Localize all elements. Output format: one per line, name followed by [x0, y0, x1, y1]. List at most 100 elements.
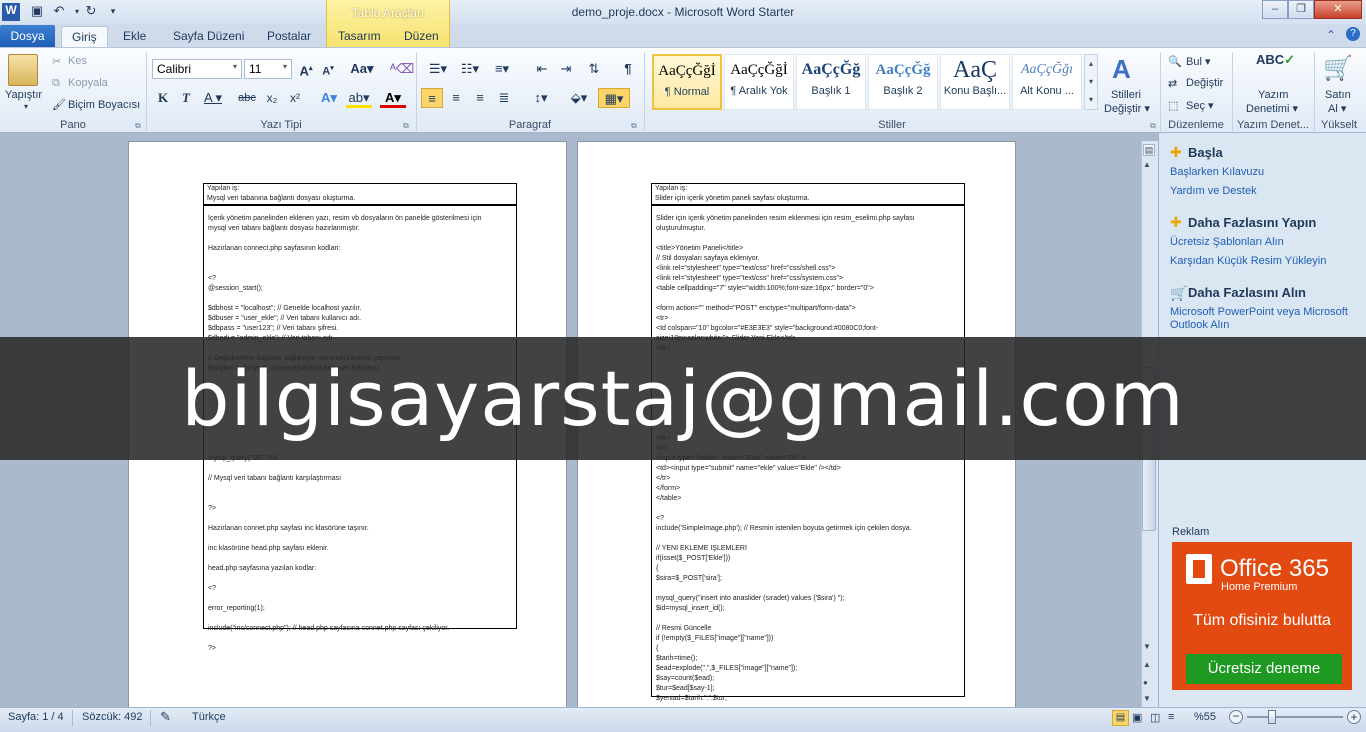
clipboard-launcher-icon[interactable]: ⧉ [135, 121, 141, 131]
shading-icon[interactable]: ⬙▾ [566, 88, 592, 108]
style-heading-1[interactable]: AaÇçĞğ Başlık 1 [796, 54, 866, 110]
language-indicator[interactable]: Türkçe [192, 711, 226, 723]
align-center-icon[interactable]: ≡ [446, 88, 466, 108]
previous-page-icon[interactable]: ▲ [1143, 660, 1151, 669]
close-button[interactable]: ✕ [1314, 0, 1362, 19]
scroll-down-icon[interactable]: ▼ [1143, 642, 1151, 651]
paragraph-launcher-icon[interactable]: ⧉ [631, 121, 637, 131]
ruler-toggle-icon[interactable]: ▤ [1143, 144, 1155, 156]
strikethrough-icon[interactable]: abc [236, 88, 258, 108]
copy-icon[interactable]: ⧉ [52, 77, 60, 90]
getting-started-link[interactable]: Başlarken Kılavuzu [1170, 166, 1264, 179]
multilevel-list-icon[interactable]: ≡▾ [488, 59, 516, 79]
cut-icon[interactable]: ✂ [52, 55, 61, 68]
style-no-spacing[interactable]: AaÇçĞğİ ¶ Aralık Yok [724, 54, 794, 110]
font-color-icon[interactable]: A▾ [380, 88, 406, 108]
show-formatting-marks-icon[interactable]: ¶ [618, 59, 638, 79]
help-support-link[interactable]: Yardım ve Destek [1170, 185, 1257, 198]
align-left-icon[interactable]: ≡ [421, 88, 443, 108]
find-icon[interactable]: 🔍 [1168, 55, 1182, 68]
zoom-out-icon[interactable]: − [1229, 710, 1243, 724]
tab-mailings[interactable]: Postalar [257, 26, 321, 48]
shrink-font-icon[interactable]: A▾ [318, 59, 338, 79]
tab-file[interactable]: Dosya [0, 25, 55, 47]
clipart-download-link[interactable]: Karşıdan Küçük Resim Yükleyin [1170, 255, 1326, 268]
styles-gallery-scroll[interactable]: ▴ ▾ ▾ [1084, 54, 1098, 110]
restore-button[interactable]: ❐ [1288, 0, 1314, 19]
replace-icon[interactable]: ⇄ [1168, 77, 1177, 90]
replace-button[interactable]: Değiştir [1186, 77, 1223, 89]
browse-object-icon[interactable]: ● [1143, 678, 1148, 687]
zoom-slider-track[interactable] [1247, 716, 1343, 718]
increase-indent-icon[interactable]: ⇥ [556, 59, 576, 79]
paste-button-label[interactable]: Yapıştır [5, 89, 42, 101]
align-right-icon[interactable]: ≡ [470, 88, 490, 108]
free-trial-button[interactable]: Ücretsiz deneme [1186, 654, 1342, 684]
copy-button[interactable]: Kopyala [68, 77, 108, 89]
style-title[interactable]: AaÇ Konu Başlı... [940, 54, 1010, 110]
page-count[interactable]: Sayfa: 1 / 4 [8, 711, 64, 723]
proofing-status-icon[interactable]: ✎ [160, 709, 171, 725]
format-painter-icon[interactable]: 🖌 [52, 98, 66, 111]
purchase-label-2[interactable]: Al ▾ [1328, 102, 1346, 115]
spelling-label-1[interactable]: Yazım [1258, 89, 1288, 101]
paste-icon[interactable] [8, 54, 38, 86]
clear-formatting-icon[interactable]: ᴬ⌫ [390, 59, 414, 79]
tab-layout[interactable]: Düzen [394, 26, 449, 48]
bullets-icon[interactable]: ☰▾ [424, 59, 452, 79]
paste-dropdown-icon[interactable]: ▾ [24, 102, 28, 111]
print-layout-view-icon[interactable]: ▤ [1112, 710, 1129, 726]
change-styles-label-2[interactable]: Değiştir ▾ [1104, 102, 1150, 115]
zoom-slider-thumb[interactable] [1268, 710, 1276, 724]
tab-home[interactable]: Giriş [61, 26, 108, 48]
change-case-icon[interactable]: Aa▾ [348, 59, 376, 79]
bold-icon[interactable]: K [153, 88, 173, 108]
text-effects-icon[interactable]: A▾ [316, 88, 342, 108]
cart-icon[interactable]: 🛒 [1323, 54, 1353, 83]
style-normal[interactable]: AaÇçĞğİ ¶ Normal [652, 54, 722, 110]
borders-icon[interactable]: ▦▾ [598, 88, 630, 108]
tab-design[interactable]: Tasarım [328, 26, 391, 48]
spelling-label-2[interactable]: Denetimi ▾ [1246, 102, 1298, 115]
underline-icon[interactable]: A ▾ [200, 88, 226, 108]
highlight-icon[interactable]: ab▾ [346, 88, 372, 108]
superscript-icon[interactable]: x² [285, 88, 305, 108]
font-size-combo[interactable]: 11 ▾ [244, 59, 292, 79]
italic-icon[interactable]: T [176, 88, 196, 108]
select-icon[interactable]: ⬚ [1168, 99, 1178, 112]
font-launcher-icon[interactable]: ⧉ [403, 121, 409, 131]
purchase-label-1[interactable]: Satın [1325, 89, 1351, 101]
cut-button[interactable]: Kes [68, 55, 87, 67]
font-name-combo[interactable]: Calibri ▾ [152, 59, 242, 79]
select-button[interactable]: Seç ▾ [1186, 99, 1214, 112]
zoom-level[interactable]: %55 [1194, 711, 1216, 723]
find-button[interactable]: Bul ▾ [1186, 55, 1210, 68]
change-styles-icon[interactable]: A [1112, 54, 1131, 85]
zoom-in-icon[interactable]: + [1347, 710, 1361, 724]
numbering-icon[interactable]: ☷▾ [456, 59, 484, 79]
get-powerpoint-outlook-link[interactable]: Microsoft PowerPoint veya Microsoft Outl… [1170, 306, 1350, 332]
style-heading-2[interactable]: AaÇçĞğ Başlık 2 [868, 54, 938, 110]
minimize-button[interactable]: – [1262, 0, 1288, 19]
subscript-icon[interactable]: x₂ [262, 88, 282, 108]
line-spacing-icon[interactable]: ↕▾ [528, 88, 554, 108]
change-styles-label-1[interactable]: Stilleri [1111, 89, 1141, 101]
sort-icon[interactable]: ⇅ [584, 59, 604, 79]
word-count[interactable]: Sözcük: 492 [82, 711, 143, 723]
scroll-up-icon[interactable]: ▲ [1143, 160, 1151, 169]
free-templates-link[interactable]: Ücretsiz Şablonları Alın [1170, 236, 1284, 249]
justify-icon[interactable]: ≣ [494, 88, 514, 108]
style-subtitle[interactable]: AaÇçĞğı Alt Konu ... [1012, 54, 1082, 110]
format-painter-button[interactable]: Biçim Boyacısı [68, 99, 140, 111]
help-icon[interactable]: ? [1346, 27, 1360, 41]
spelling-icon[interactable]: ABC✓ [1256, 52, 1295, 68]
full-screen-view-icon[interactable]: ▣ [1132, 711, 1142, 724]
draft-view-icon[interactable]: ≡ [1168, 711, 1174, 723]
next-page-icon[interactable]: ▼ [1143, 694, 1151, 703]
minimize-ribbon-icon[interactable]: ⌃ [1326, 28, 1336, 42]
tab-insert[interactable]: Ekle [113, 26, 156, 48]
tab-page-layout[interactable]: Sayfa Düzeni [163, 26, 254, 48]
decrease-indent-icon[interactable]: ⇤ [532, 59, 552, 79]
styles-launcher-icon[interactable]: ⧉ [1150, 121, 1156, 131]
grow-font-icon[interactable]: A▴ [296, 59, 316, 79]
